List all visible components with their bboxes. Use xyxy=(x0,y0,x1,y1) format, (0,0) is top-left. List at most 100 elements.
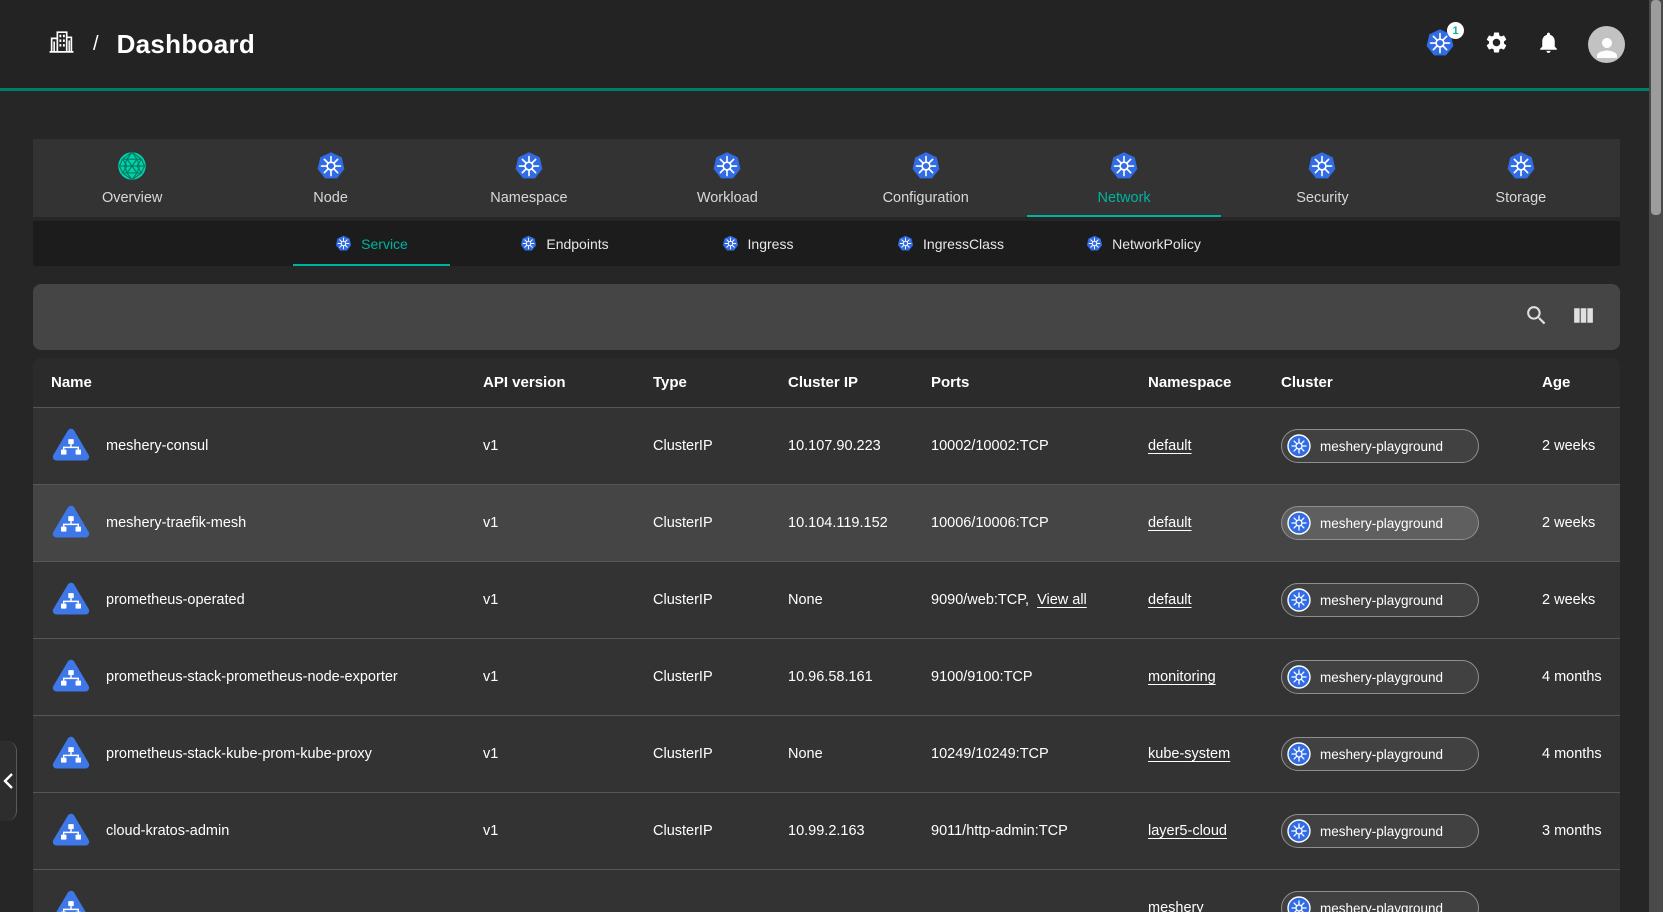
service-icon xyxy=(51,503,91,543)
table-row[interactable]: prometheus-stack-prometheus-node-exporte… xyxy=(33,638,1620,715)
namespace-link[interactable]: default xyxy=(1148,438,1192,454)
namespace-cell: default xyxy=(1148,438,1281,454)
cluster-chip[interactable]: meshery-playground xyxy=(1281,891,1479,912)
cluster-chip[interactable]: meshery-playground xyxy=(1281,506,1479,540)
tab-security[interactable]: Security xyxy=(1223,139,1421,217)
namespace-link[interactable]: default xyxy=(1148,515,1192,531)
column-header-api-version[interactable]: API version xyxy=(483,374,653,391)
column-header-type[interactable]: Type xyxy=(653,374,788,391)
view-columns-button[interactable] xyxy=(1571,303,1596,331)
namespace-link[interactable]: default xyxy=(1148,592,1192,608)
table-row[interactable]: prometheus-stack-kube-prom-kube-proxy v1… xyxy=(33,715,1620,792)
breadcrumb: / Dashboard xyxy=(48,28,255,60)
cluster-chip[interactable]: meshery-playground xyxy=(1281,583,1479,617)
column-header-age[interactable]: Age xyxy=(1542,374,1620,391)
namespace-link[interactable]: layer5-cloud xyxy=(1148,823,1227,839)
type-cell: ClusterIP xyxy=(653,592,788,608)
table-toolbar xyxy=(33,284,1620,350)
tab-workload[interactable]: Workload xyxy=(628,139,826,217)
subtab-endpoints[interactable]: Endpoints xyxy=(468,221,661,266)
kubernetes-icon xyxy=(1287,511,1311,535)
service-icon xyxy=(51,811,91,851)
table-body: meshery-consul v1 ClusterIP 10.107.90.22… xyxy=(33,407,1620,912)
namespace-cell: monitoring xyxy=(1148,669,1281,685)
kubernetes-icon xyxy=(1086,235,1103,252)
api-version-cell: v1 xyxy=(483,515,653,531)
tab-configuration[interactable]: Configuration xyxy=(827,139,1025,217)
table-row[interactable]: prometheus-operated v1 ClusterIP None 90… xyxy=(33,561,1620,638)
subtab-ingress[interactable]: Ingress xyxy=(661,221,854,266)
cluster-cell: meshery-playground xyxy=(1281,814,1542,848)
kubernetes-icon xyxy=(722,235,739,252)
tab-overview[interactable]: Overview xyxy=(33,139,231,217)
table-row[interactable]: meshery-consul v1 ClusterIP 10.107.90.22… xyxy=(33,407,1620,484)
cluster-cell: meshery-playground xyxy=(1281,506,1542,540)
tab-storage[interactable]: Storage xyxy=(1422,139,1620,217)
services-table: Name API version Type Cluster IP Ports N… xyxy=(33,358,1620,912)
tab-node[interactable]: Node xyxy=(231,139,429,217)
avatar[interactable] xyxy=(1588,26,1625,63)
ports-cell: 10002/10002:TCP xyxy=(931,438,1148,454)
table-row[interactable]: meshery meshery-playground xyxy=(33,869,1620,912)
column-header-ports[interactable]: Ports xyxy=(931,374,1148,391)
namespace-link[interactable]: kube-system xyxy=(1148,746,1230,762)
service-name: prometheus-stack-kube-prom-kube-proxy xyxy=(106,746,372,762)
subtab-networkpolicy[interactable]: NetworkPolicy xyxy=(1047,221,1240,266)
settings-button[interactable] xyxy=(1484,30,1509,58)
cluster-ip-cell: None xyxy=(788,746,931,762)
cluster-ip-cell: None xyxy=(788,592,931,608)
column-header-namespace[interactable]: Namespace xyxy=(1148,374,1281,391)
column-header-cluster[interactable]: Cluster xyxy=(1281,374,1542,391)
search-button[interactable] xyxy=(1524,303,1549,331)
table-row[interactable]: meshery-traefik-mesh v1 ClusterIP 10.104… xyxy=(33,484,1620,561)
notifications-button[interactable] xyxy=(1536,30,1561,58)
service-icon xyxy=(51,734,91,774)
cluster-cell: meshery-playground xyxy=(1281,660,1542,694)
subtab-service[interactable]: Service xyxy=(275,221,468,266)
tab-network[interactable]: Network xyxy=(1025,139,1223,217)
kubernetes-icon xyxy=(1287,896,1311,912)
cluster-cell: meshery-playground xyxy=(1281,891,1542,912)
namespace-link[interactable]: meshery xyxy=(1148,900,1204,912)
cluster-ip-cell: 10.107.90.223 xyxy=(788,438,931,454)
table-row[interactable]: cloud-kratos-admin v1 ClusterIP 10.99.2.… xyxy=(33,792,1620,869)
cluster-chip[interactable]: meshery-playground xyxy=(1281,429,1479,463)
api-version-cell: v1 xyxy=(483,592,653,608)
column-header-cluster-ip[interactable]: Cluster IP xyxy=(788,374,931,391)
cluster-chip[interactable]: meshery-playground xyxy=(1281,814,1479,848)
type-cell: ClusterIP xyxy=(653,746,788,762)
view-all-link[interactable]: View all xyxy=(1037,592,1087,608)
kubernetes-icon xyxy=(1287,434,1311,458)
name-cell xyxy=(51,888,483,912)
cluster-chip[interactable]: meshery-playground xyxy=(1281,737,1479,771)
sidebar-collapse-toggle[interactable] xyxy=(0,741,17,821)
kubernetes-icon xyxy=(1287,665,1311,689)
cluster-chip[interactable]: meshery-playground xyxy=(1281,660,1479,694)
kubernetes-icon xyxy=(1506,151,1536,181)
tab-namespace[interactable]: Namespace xyxy=(430,139,628,217)
column-header-name[interactable]: Name xyxy=(51,374,483,391)
ports-value: 10249/10249:TCP xyxy=(931,746,1049,762)
subtab-ingressclass[interactable]: IngressClass xyxy=(854,221,1047,266)
cluster-name: meshery-playground xyxy=(1320,747,1443,762)
age-cell: 4 months xyxy=(1542,669,1620,685)
ports-cell: 9100/9100:TCP xyxy=(931,669,1148,685)
table-header-row: Name API version Type Cluster IP Ports N… xyxy=(33,358,1620,407)
page-scrollbar[interactable] xyxy=(1649,0,1663,912)
kubernetes-context-button[interactable]: 1 xyxy=(1423,27,1457,61)
api-version-cell: v1 xyxy=(483,746,653,762)
service-icon xyxy=(51,888,91,912)
api-version-cell: v1 xyxy=(483,669,653,685)
ports-cell: 10006/10006:TCP xyxy=(931,515,1148,531)
name-cell: prometheus-stack-kube-prom-kube-proxy xyxy=(51,734,483,774)
meshery-icon xyxy=(117,151,147,181)
header-actions: 1 xyxy=(1423,26,1625,63)
namespace-link[interactable]: monitoring xyxy=(1148,669,1216,685)
context-count-badge: 1 xyxy=(1447,22,1464,39)
ports-value: 9011/http-admin:TCP xyxy=(931,823,1068,839)
scrollbar-thumb[interactable] xyxy=(1651,0,1661,215)
namespace-cell: layer5-cloud xyxy=(1148,823,1281,839)
cluster-name: meshery-playground xyxy=(1320,516,1443,531)
namespace-cell: default xyxy=(1148,515,1281,531)
organization-icon[interactable] xyxy=(48,28,75,60)
